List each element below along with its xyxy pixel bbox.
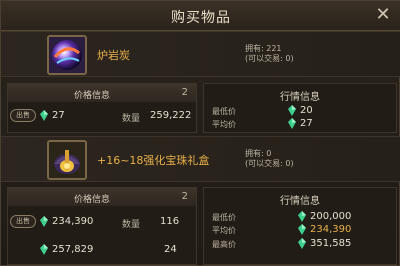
item-name: 炉岩炭 [97, 49, 130, 62]
min-price-label: 最低价 [212, 107, 236, 116]
market-header-label: 行情信息 [280, 92, 320, 103]
price-panel-header: 价格信息 2 [8, 188, 196, 206]
owned-count: 拥有: 0 [245, 149, 272, 158]
item-icon-gift-box [47, 140, 87, 180]
market-panel-header: 行情信息 [204, 84, 396, 104]
min-price-value: 20 [300, 105, 313, 116]
item-row-coal[interactable]: 炉岩炭 拥有: 221 (可以交易: 0) [1, 31, 400, 77]
purchase-dialog: 购买物品 ✕ 炉岩炭 拥有: 221 (可以交易: 0) 价格信息 2 出售 2… [0, 0, 400, 266]
price-header-label: 价格信息 [73, 195, 110, 205]
market-panel: 行情信息 最低价 200,000 平均价 234,390 最高价 351,585 [203, 187, 397, 265]
close-icon[interactable]: ✕ [373, 5, 393, 25]
avg-price-label: 平均价 [212, 226, 236, 235]
dialog-title: 购买物品 [171, 10, 231, 26]
sell-button[interactable]: 出售 [10, 215, 36, 228]
green-gem-icon [40, 216, 48, 227]
green-gem-icon [40, 110, 48, 121]
unit-price-2[interactable]: 257,829 [52, 244, 93, 255]
quantity-value: 116 [160, 216, 180, 227]
green-gem-icon [288, 118, 296, 129]
max-price-label: 最高价 [212, 240, 236, 249]
listing-count: 2 [181, 87, 188, 98]
avg-price-value: 234,390 [310, 224, 352, 235]
quantity-value: 259,222 [150, 110, 192, 121]
price-panel-header: 价格信息 2 [8, 84, 196, 102]
green-gem-icon [298, 211, 306, 222]
avg-price-label: 平均价 [212, 120, 236, 129]
price-panel: 价格信息 2 出售 234,390 数量 116 257,829 24 [7, 187, 197, 265]
green-gem-icon [298, 224, 306, 235]
price-header-label: 价格信息 [73, 91, 110, 101]
sell-button[interactable]: 出售 [10, 109, 36, 122]
owned-count: 拥有: 221 [245, 44, 282, 53]
max-price-value: 351,585 [310, 238, 352, 249]
listing-count: 2 [181, 191, 188, 202]
title-bar: 购买物品 ✕ [1, 1, 400, 31]
market-panel-header: 行情信息 [204, 188, 396, 208]
unit-price: 234,390 [52, 216, 94, 227]
tradable-count: (可以交易: 0) [245, 159, 294, 168]
item-row-gift-box[interactable]: +16~18强化宝珠礼盒 拥有: 0 (可以交易: 0) [1, 136, 400, 182]
item-icon-coal [47, 35, 87, 75]
tradable-count: (可以交易: 0) [245, 54, 294, 63]
green-gem-icon [40, 244, 48, 255]
avg-price-value: 27 [300, 118, 313, 129]
market-panel: 行情信息 最低价 20 平均价 27 [203, 83, 397, 133]
min-price-label: 最低价 [212, 213, 236, 222]
min-price-value: 200,000 [310, 211, 352, 222]
price-panel: 价格信息 2 出售 27 数量 259,222 [7, 83, 197, 133]
item-name: +16~18强化宝珠礼盒 [97, 154, 210, 167]
quantity-label: 数量 [122, 114, 141, 124]
market-header-label: 行情信息 [280, 196, 320, 207]
quantity-value-2: 24 [164, 244, 177, 255]
green-gem-icon [288, 105, 296, 116]
green-gem-icon [298, 238, 306, 249]
quantity-label: 数量 [122, 220, 141, 230]
unit-price: 27 [52, 110, 65, 121]
